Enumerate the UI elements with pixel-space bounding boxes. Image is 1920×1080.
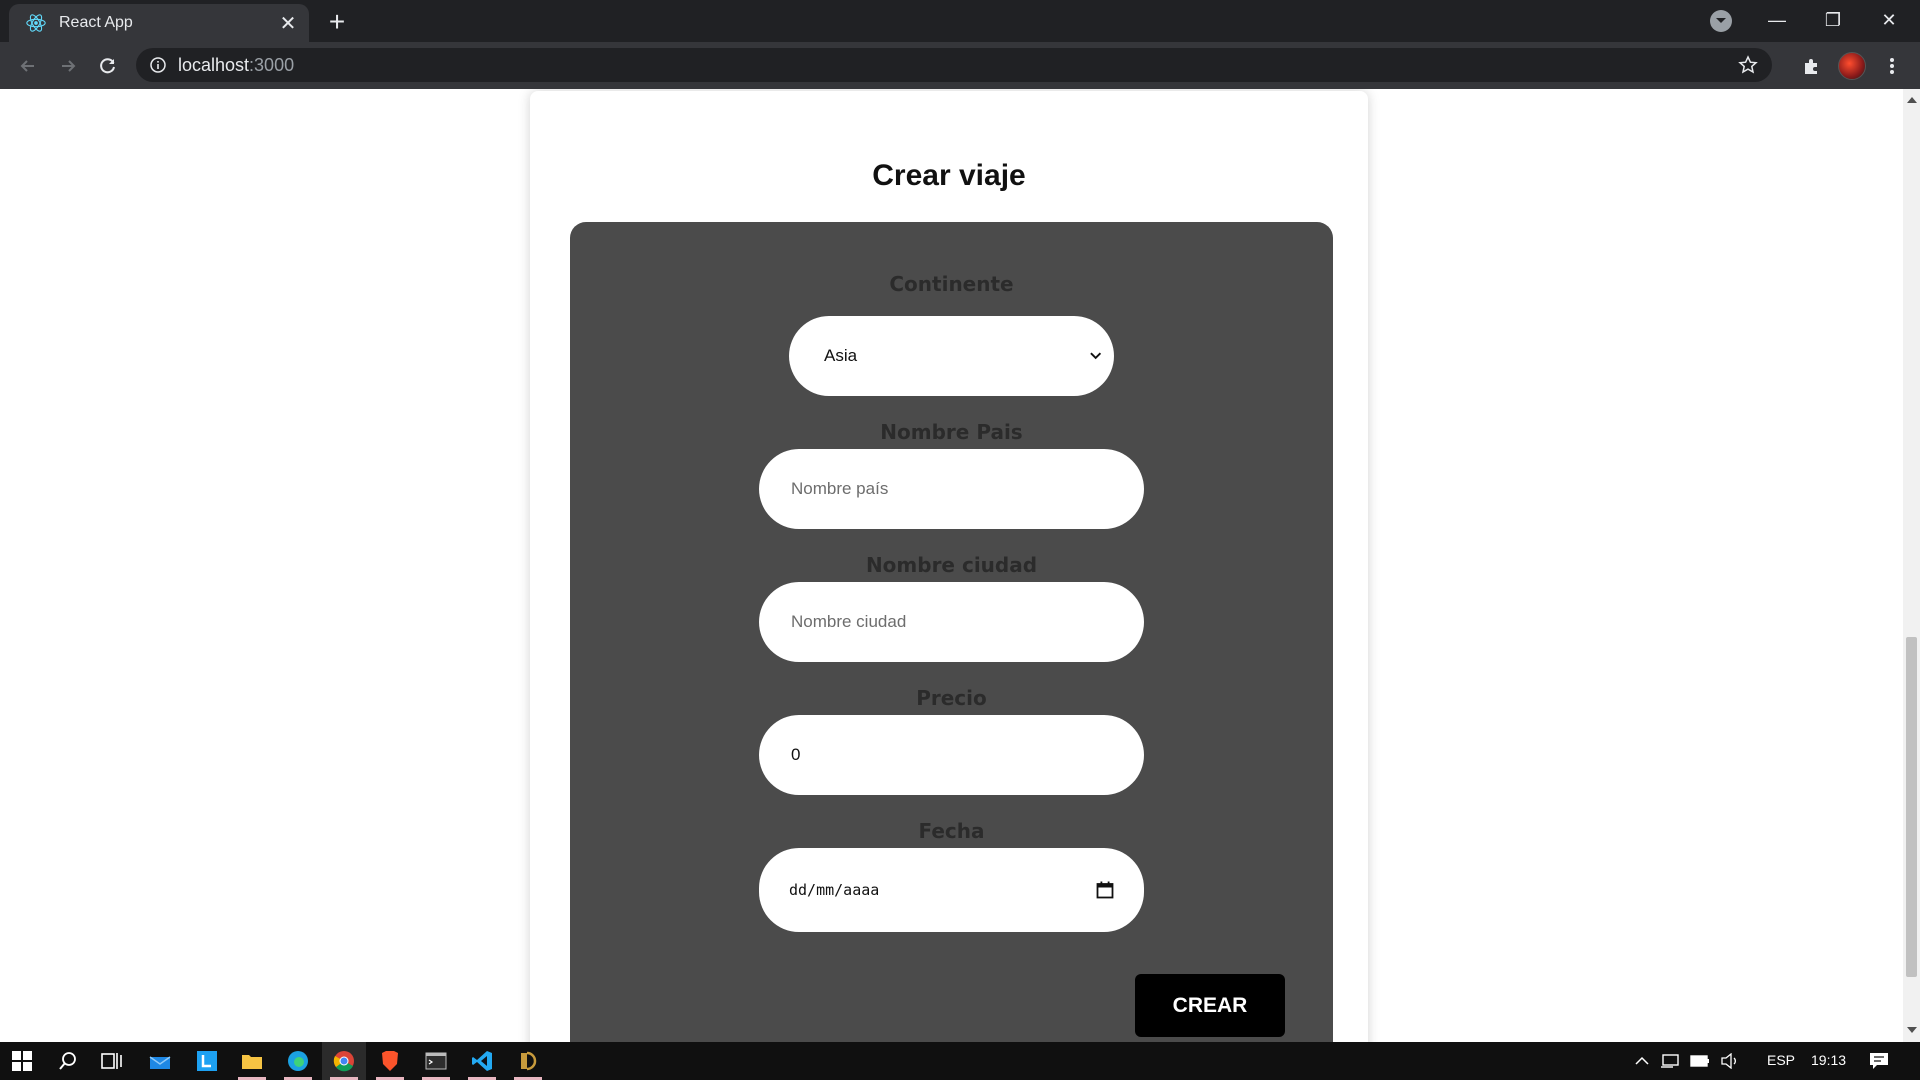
calendar-icon[interactable] — [1096, 881, 1114, 899]
back-icon[interactable] — [12, 50, 44, 82]
search-icon[interactable] — [46, 1042, 90, 1080]
price-label: Precio — [916, 686, 987, 710]
tab-title: React App — [59, 14, 133, 31]
app-icon[interactable] — [506, 1042, 550, 1080]
task-view-icon[interactable] — [90, 1042, 134, 1080]
mail-icon[interactable] — [138, 1042, 182, 1080]
file-explorer-icon[interactable] — [230, 1042, 274, 1080]
country-field[interactable] — [759, 449, 1144, 529]
url-host: localhost — [178, 54, 250, 75]
page-scrollbar[interactable] — [1903, 89, 1920, 1042]
city-input[interactable] — [789, 611, 1114, 633]
date-field[interactable]: dd/mm/aaaa — [759, 848, 1144, 932]
windows-taskbar: ESP 19:13 — [0, 1042, 1920, 1080]
menu-dots-icon[interactable] — [1876, 50, 1908, 82]
country-label: Nombre Pais — [880, 420, 1023, 444]
chrome-icon[interactable] — [322, 1042, 366, 1080]
forward-icon[interactable] — [52, 50, 84, 82]
date-label: Fecha — [918, 819, 985, 843]
clock[interactable]: 19:13 — [1811, 1052, 1846, 1068]
close-icon[interactable]: ✕ — [275, 10, 301, 36]
date-placeholder: dd/mm/aaaa — [789, 881, 880, 899]
price-field[interactable] — [759, 715, 1144, 795]
notifications-icon[interactable] — [1856, 1042, 1902, 1080]
terminal-icon[interactable] — [414, 1042, 458, 1080]
brave-icon[interactable] — [368, 1042, 412, 1080]
new-tab-icon[interactable]: + — [322, 8, 352, 38]
react-icon — [26, 14, 46, 32]
continent-selected-value: Asia — [824, 346, 858, 365]
restore-icon[interactable]: ❐ — [1810, 0, 1856, 40]
language-indicator[interactable]: ESP — [1767, 1052, 1795, 1068]
continent-label: Continente — [889, 272, 1014, 296]
chevron-up-icon[interactable] — [1630, 1042, 1654, 1080]
trip-form: Continente Asia Nombre Pais Nombre ciuda… — [570, 222, 1333, 1042]
l-app-icon[interactable] — [185, 1042, 229, 1080]
browser-toolbar: localhost:3000 — [0, 42, 1920, 89]
page-title: Crear viaje — [872, 159, 1026, 192]
scroll-thumb[interactable] — [1906, 637, 1917, 977]
city-label: Nombre ciudad — [865, 553, 1038, 577]
page-viewport: Crear viaje Continente Asia Nombre Pais … — [0, 89, 1920, 1042]
volume-icon[interactable] — [1716, 1042, 1744, 1080]
window-close-icon[interactable]: ✕ — [1866, 0, 1912, 40]
battery-icon[interactable] — [1686, 1042, 1714, 1080]
price-input[interactable] — [789, 744, 1114, 766]
bookmark-star-icon[interactable] — [1738, 55, 1758, 75]
browser-tab[interactable]: React App ✕ — [9, 4, 309, 42]
edge-icon[interactable] — [276, 1042, 320, 1080]
extensions-icon[interactable] — [1796, 50, 1828, 82]
form-card: Crear viaje Continente Asia Nombre Pais … — [530, 91, 1368, 1042]
start-icon[interactable] — [0, 1042, 44, 1080]
info-icon[interactable] — [150, 57, 166, 73]
scroll-up-icon[interactable] — [1907, 97, 1917, 103]
scroll-down-icon[interactable] — [1907, 1027, 1917, 1033]
reload-icon[interactable] — [92, 50, 124, 82]
tab-search-icon[interactable] — [1710, 10, 1732, 32]
continent-select[interactable]: Asia — [789, 316, 1114, 396]
crear-button[interactable]: CREAR — [1135, 974, 1285, 1037]
minimize-icon[interactable]: — — [1754, 0, 1800, 40]
url-port: :3000 — [249, 54, 295, 75]
city-field[interactable] — [759, 582, 1144, 662]
country-input[interactable] — [789, 478, 1114, 500]
avatar — [1838, 52, 1866, 80]
profile-avatar[interactable] — [1836, 50, 1868, 82]
address-bar[interactable]: localhost:3000 — [136, 48, 1772, 82]
vscode-icon[interactable] — [460, 1042, 504, 1080]
browser-tab-bar: React App ✕ + — ❐ ✕ — [0, 0, 1920, 42]
chevron-down-icon — [1089, 352, 1101, 360]
network-icon[interactable] — [1656, 1042, 1684, 1080]
